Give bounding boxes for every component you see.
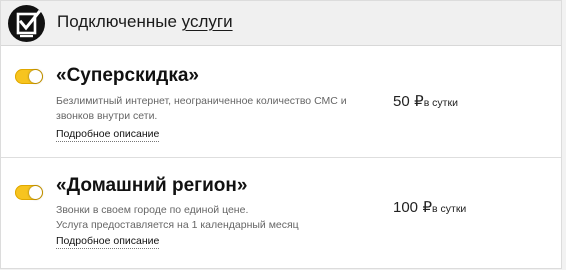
price-amount: 50: [393, 93, 410, 110]
service-description: Звонки в своем городе по единой цене. Ус…: [56, 203, 356, 233]
toggle-knob: [29, 186, 42, 199]
toggle-knob: [29, 70, 42, 83]
service-toggle[interactable]: [15, 69, 43, 84]
ruble-icon: ₽: [414, 93, 424, 110]
service-description-line: Звонки в своем городе по единой цене.: [56, 204, 249, 216]
connected-services-panel: Подключенные услуги «Суперскидка» Безлим…: [0, 0, 562, 269]
ruble-icon: ₽: [422, 199, 433, 216]
service-price: 100 ₽в сутки: [393, 198, 466, 217]
service-price: 50 ₽в сутки: [393, 92, 458, 111]
service-description-line: Безлимитный интернет, неограниченное кол…: [56, 95, 347, 107]
page-title: Подключенные услуги: [57, 12, 233, 32]
service-toggle[interactable]: [15, 185, 43, 200]
service-description: Безлимитный интернет, неограниченное кол…: [56, 94, 356, 124]
service-card: «Домашний регион» Звонки в своем городе …: [1, 158, 561, 268]
service-description-line: звонков внутри сети.: [56, 110, 158, 122]
page-title-link[interactable]: услуги: [182, 12, 233, 31]
details-link[interactable]: Подробное описание: [56, 128, 160, 142]
panel-header: Подключенные услуги: [1, 1, 561, 46]
price-period: в сутки: [423, 97, 458, 109]
price-amount: 100: [393, 199, 419, 216]
service-title: «Суперскидка»: [56, 65, 199, 86]
service-title: «Домашний регион»: [56, 175, 248, 196]
page-title-text: Подключенные: [57, 12, 182, 31]
price-period: в сутки: [432, 203, 467, 215]
service-card: «Суперскидка» Безлимитный интернет, неог…: [1, 46, 561, 158]
checkbox-badge-icon: [8, 5, 45, 42]
service-description-line: Услуга предоставляется на 1 календарный …: [56, 219, 299, 231]
details-link[interactable]: Подробное описание: [56, 235, 160, 249]
